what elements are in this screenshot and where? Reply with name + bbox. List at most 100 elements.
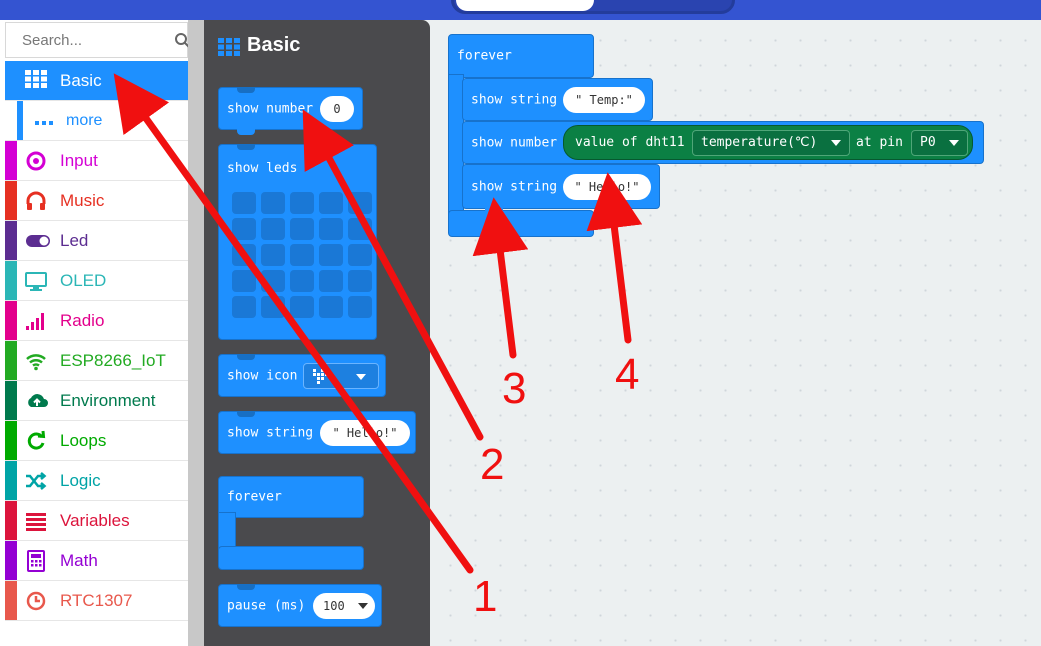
show-string-block[interactable]: show string " Temp:" <box>462 78 653 121</box>
editor-toggle-active[interactable] <box>456 0 594 11</box>
annotation-label-2: 2 <box>480 440 505 489</box>
category-color-bar <box>17 101 23 140</box>
led-cell[interactable] <box>319 296 343 318</box>
category-basic[interactable]: Basic <box>5 61 188 101</box>
block-label: show string <box>471 92 558 107</box>
led-cell[interactable] <box>290 192 314 214</box>
led-cell[interactable] <box>232 270 256 292</box>
show-number-block[interactable]: show number value of dht11 temperature(℃… <box>462 121 984 164</box>
category-color-bar <box>5 581 17 620</box>
pause-dropdown[interactable]: 100 <box>313 592 375 619</box>
pin-dropdown[interactable]: P0 <box>911 130 969 156</box>
annotation-label-3: 3 <box>502 364 527 413</box>
category-label: more <box>66 112 103 129</box>
block-notch <box>237 584 255 590</box>
led-cell[interactable] <box>348 270 372 292</box>
program-forever-block[interactable]: forever show string " Temp:" show number… <box>448 34 988 244</box>
led-cell[interactable] <box>348 244 372 266</box>
chevron-down-icon <box>949 139 960 146</box>
icon-dropdown[interactable] <box>303 362 379 389</box>
show-leds-block[interactable]: show leds <box>218 144 377 340</box>
category-radio[interactable]: Radio <box>5 301 188 341</box>
monitor-icon <box>25 270 49 292</box>
category-environment[interactable]: Environment <box>5 381 188 421</box>
category-variables[interactable]: Variables <box>5 501 188 541</box>
led-cell[interactable] <box>319 218 343 240</box>
workspace[interactable]: forever show string " Temp:" show number… <box>430 20 1041 646</box>
string-input[interactable]: " Temp:" <box>563 86 645 113</box>
category-rtc1307[interactable]: RTC1307 <box>5 581 188 621</box>
led-cell[interactable] <box>319 270 343 292</box>
led-grid[interactable] <box>232 192 372 322</box>
toggle-icon <box>25 230 50 252</box>
led-cell[interactable] <box>232 296 256 318</box>
show-icon-block[interactable]: show icon <box>218 354 386 397</box>
block-label: show string <box>471 179 558 194</box>
toolbox-scrollbar[interactable] <box>188 20 204 646</box>
led-cell[interactable] <box>348 296 372 318</box>
category-more[interactable]: more <box>5 101 188 141</box>
category-logic[interactable]: Logic <box>5 461 188 501</box>
led-cell[interactable] <box>232 192 256 214</box>
dht11-reporter[interactable]: value of dht11 temperature(℃) at pin P0 <box>563 125 973 160</box>
category-label: RTC1307 <box>60 591 133 610</box>
category-led[interactable]: Led <box>5 221 188 261</box>
category-loops[interactable]: Loops <box>5 421 188 461</box>
search-input[interactable]: Search... <box>22 32 82 49</box>
category-label: ESP8266_IoT <box>60 351 166 370</box>
led-cell[interactable] <box>232 218 256 240</box>
category-label: Environment <box>60 391 156 410</box>
led-cell[interactable] <box>261 296 285 318</box>
editor-toggle[interactable] <box>451 0 735 14</box>
clock-icon <box>25 590 49 612</box>
led-cell[interactable] <box>261 218 285 240</box>
number-input[interactable]: 0 <box>320 95 354 122</box>
forever-header[interactable]: forever <box>218 476 364 518</box>
led-cell[interactable] <box>261 192 285 214</box>
string-input[interactable]: " Hello!" <box>320 419 410 446</box>
led-cell[interactable] <box>319 192 343 214</box>
block-notch <box>237 411 255 417</box>
led-cell[interactable] <box>290 244 314 266</box>
show-string-block[interactable]: show string " Hello!" <box>462 164 660 214</box>
forever-block[interactable]: forever <box>218 476 364 570</box>
category-label: Basic <box>60 71 102 90</box>
chevron-down-icon <box>357 603 368 609</box>
led-cell[interactable] <box>261 270 285 292</box>
wifi-icon <box>25 350 49 372</box>
refresh-icon <box>25 430 49 452</box>
category-esp8266-iot[interactable]: ESP8266_IoT <box>5 341 188 381</box>
led-cell[interactable] <box>348 218 372 240</box>
grid-icon <box>218 38 240 56</box>
category-label: Loops <box>60 431 107 450</box>
led-cell[interactable] <box>290 296 314 318</box>
category-color-bar <box>5 221 17 260</box>
led-cell[interactable] <box>319 244 343 266</box>
forever-header[interactable]: forever <box>448 34 594 78</box>
shuffle-icon <box>25 470 49 492</box>
category-label: Radio <box>60 311 105 330</box>
block-notch <box>237 129 255 135</box>
led-cell[interactable] <box>232 244 256 266</box>
category-math[interactable]: Math <box>5 541 188 581</box>
category-oled[interactable]: OLED <box>5 261 188 301</box>
show-number-block[interactable]: show number 0 <box>218 87 363 135</box>
show-string-block[interactable]: show string " Hello!" <box>218 411 416 454</box>
category-input[interactable]: Input <box>5 141 188 181</box>
toolbox: Search... Basic more Input Music Led OLE… <box>0 20 191 646</box>
category-color-bar <box>5 381 17 420</box>
category-label: Led <box>60 231 89 250</box>
headphones-icon <box>25 190 49 212</box>
search-box[interactable]: Search... <box>5 22 191 58</box>
string-input[interactable]: " Hello!" <box>563 173 651 200</box>
block-label: forever <box>227 489 282 505</box>
pause-block[interactable]: pause (ms) 100 <box>218 584 382 627</box>
measure-dropdown[interactable]: temperature(℃) <box>692 130 851 156</box>
led-cell[interactable] <box>261 244 285 266</box>
led-cell[interactable] <box>348 192 372 214</box>
led-cell[interactable] <box>290 218 314 240</box>
category-color-bar <box>5 141 17 180</box>
led-cell[interactable] <box>290 270 314 292</box>
block-label: show number <box>227 101 314 116</box>
category-music[interactable]: Music <box>5 181 188 221</box>
